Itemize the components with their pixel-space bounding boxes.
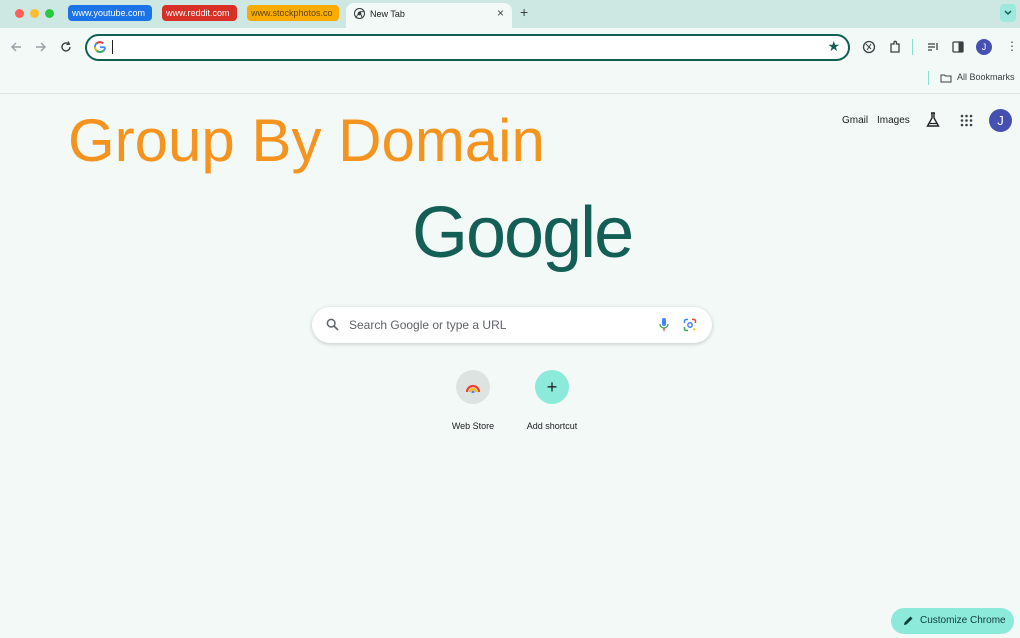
maximize-window-button[interactable]	[45, 9, 54, 18]
close-tab-icon[interactable]: ×	[497, 6, 504, 20]
forward-arrow-icon[interactable]	[34, 40, 48, 54]
overlay-title: Group By Domain	[68, 107, 545, 174]
google-logo: Google	[412, 193, 634, 273]
toolbar-divider	[912, 39, 913, 55]
chevron-down-icon	[1004, 10, 1012, 16]
new-tab-button[interactable]: +	[520, 4, 528, 20]
apps-grid-icon[interactable]	[960, 114, 973, 127]
gmail-link[interactable]: Gmail	[842, 115, 868, 126]
customize-chrome-button[interactable]: Customize Chrome	[891, 608, 1014, 634]
back-arrow-icon[interactable]	[9, 40, 23, 54]
bookmark-star-icon[interactable]: ★	[827, 38, 840, 55]
folder-icon	[940, 74, 952, 83]
profile-avatar[interactable]: J	[976, 39, 992, 55]
side-panel-icon[interactable]	[951, 40, 965, 54]
all-bookmarks-link[interactable]: All Bookmarks	[957, 72, 1015, 82]
close-window-button[interactable]	[15, 9, 24, 18]
tab-group-youtube[interactable]: www.youtube.com	[68, 5, 152, 21]
search-box[interactable]	[312, 307, 712, 343]
bookmarks-divider	[928, 71, 929, 85]
reload-icon[interactable]	[59, 40, 73, 54]
more-menu-icon[interactable]: ⋮	[1006, 39, 1018, 53]
search-icon	[326, 318, 339, 331]
extensions-puzzle-icon[interactable]	[888, 40, 902, 54]
tab-search-button[interactable]	[1000, 4, 1016, 22]
search-input[interactable]	[349, 316, 639, 334]
microphone-icon[interactable]	[658, 317, 670, 333]
reading-list-icon[interactable]	[926, 40, 940, 54]
bookmarks-bar: All Bookmarks	[0, 66, 1020, 94]
customize-chrome-label: Customize Chrome	[920, 615, 1006, 626]
account-avatar[interactable]: J	[989, 109, 1012, 132]
chrome-icon	[354, 8, 365, 19]
toolbar: ★ J ⋮	[0, 28, 1020, 66]
shortcut-label: Add shortcut	[526, 421, 578, 431]
tab-title: New Tab	[370, 9, 405, 19]
google-lens-icon[interactable]	[683, 318, 697, 332]
minimize-window-button[interactable]	[30, 9, 39, 18]
plus-icon: +	[535, 370, 569, 404]
web-store-icon	[466, 384, 480, 393]
tab-group-stockphotos[interactable]: www.stockphotos.co	[247, 5, 339, 21]
shortcut-label: Web Store	[451, 421, 495, 431]
tab-new-tab[interactable]: New Tab ×	[346, 3, 512, 28]
images-link[interactable]: Images	[877, 115, 910, 126]
google-g-icon	[94, 41, 106, 53]
shortcut-tile	[456, 370, 490, 404]
camera-shutter-icon[interactable]	[862, 40, 876, 54]
shortcut-web-store[interactable]: Web Store	[437, 370, 509, 431]
tab-strip: www.youtube.com www.reddit.com www.stock…	[0, 0, 1020, 28]
labs-flask-icon[interactable]	[925, 111, 941, 129]
address-bar[interactable]: ★	[85, 34, 850, 61]
text-caret	[112, 40, 113, 54]
pencil-icon	[904, 616, 913, 625]
tab-group-reddit[interactable]: www.reddit.com	[162, 5, 237, 21]
add-shortcut-button[interactable]: + Add shortcut	[516, 370, 588, 431]
